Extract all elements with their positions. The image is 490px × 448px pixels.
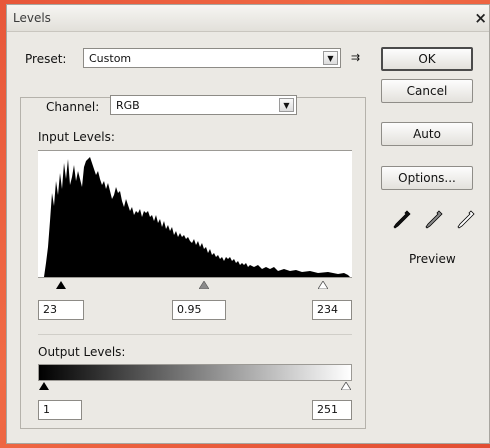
- eyedropper-white-icon[interactable]: [456, 209, 476, 231]
- section-divider: [38, 334, 352, 335]
- preview-label: Preview: [409, 252, 456, 266]
- chevron-down-icon[interactable]: ▼: [323, 51, 338, 65]
- auto-button[interactable]: Auto: [381, 122, 473, 146]
- title-bar: Levels ×: [7, 5, 489, 32]
- options-button[interactable]: Options...: [381, 166, 473, 190]
- input-gamma-field[interactable]: 0.95: [172, 300, 226, 320]
- output-white-field[interactable]: 251: [312, 400, 352, 420]
- ok-button[interactable]: OK: [381, 47, 473, 71]
- eyedropper-gray-icon[interactable]: [424, 209, 444, 231]
- eyedropper-black-icon[interactable]: [392, 209, 412, 231]
- close-icon[interactable]: ×: [474, 9, 487, 27]
- channel-dropdown[interactable]: RGB ▼: [110, 95, 297, 115]
- output-white-slider[interactable]: [341, 382, 351, 390]
- output-black-field[interactable]: 1: [38, 400, 82, 420]
- cancel-button[interactable]: Cancel: [381, 79, 473, 103]
- preset-dropdown[interactable]: Custom ▼: [83, 48, 341, 68]
- preset-label: Preset:: [25, 52, 67, 66]
- white-point-slider[interactable]: [318, 281, 328, 289]
- output-gradient-bar: [38, 364, 352, 381]
- output-black-slider[interactable]: [39, 382, 49, 390]
- histogram-baseline: [38, 277, 352, 278]
- preset-options-icon[interactable]: ⇉: [351, 51, 360, 64]
- preset-value: Custom: [89, 52, 132, 65]
- histogram: [38, 150, 352, 277]
- black-point-slider[interactable]: [56, 281, 66, 289]
- dialog-title: Levels: [13, 11, 51, 25]
- histogram-graph: [44, 157, 350, 277]
- input-levels-label: Input Levels:: [38, 130, 115, 144]
- channel-value: RGB: [116, 99, 140, 112]
- output-levels-label: Output Levels:: [38, 345, 126, 359]
- channel-label: Channel:: [36, 100, 102, 114]
- gamma-slider[interactable]: [199, 281, 209, 289]
- chevron-down-icon[interactable]: ▼: [279, 98, 294, 112]
- input-black-field[interactable]: 23: [38, 300, 84, 320]
- input-white-field[interactable]: 234: [312, 300, 352, 320]
